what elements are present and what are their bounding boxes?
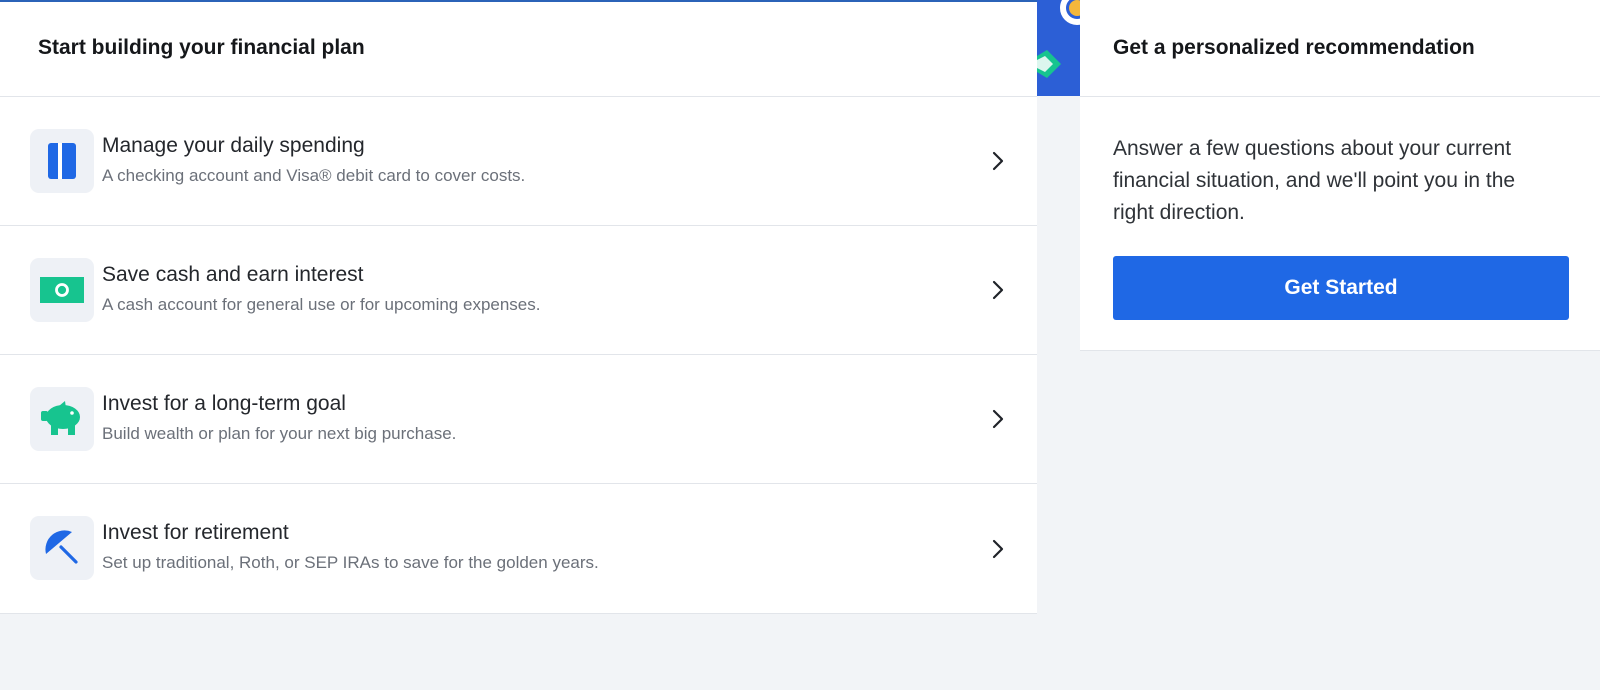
option-long-term-goal[interactable]: Invest for a long-term goal Build wealth… <box>0 355 1037 484</box>
get-started-button[interactable]: Get Started <box>1113 256 1569 320</box>
financial-plan-header: Start building your financial plan <box>0 2 1037 97</box>
financial-plan-panel: Start building your financial plan Manag… <box>0 2 1037 614</box>
recommendation-text: Answer a few questions about your curren… <box>1113 137 1516 224</box>
piggy-bank-icon <box>30 387 94 451</box>
option-description: A cash account for general use or for up… <box>102 295 541 314</box>
option-retirement[interactable]: Invest for retirement Set up traditional… <box>0 484 1037 613</box>
option-title: Invest for a long-term goal <box>102 392 346 415</box>
recommendation-body: Answer a few questions about your curren… <box>1080 97 1600 320</box>
chevron-right-icon[interactable] <box>984 405 1012 433</box>
option-title: Invest for retirement <box>102 521 289 544</box>
chevron-right-icon[interactable] <box>984 535 1012 563</box>
option-text: Invest for a long-term goal Build wealth… <box>102 391 456 444</box>
option-text: Save cash and earn interest A cash accou… <box>102 262 540 315</box>
option-text: Manage your daily spending A checking ac… <box>102 133 525 186</box>
option-description: A checking account and Visa® debit card … <box>102 166 526 185</box>
recommendation-header: Get a personalized recommendation <box>1080 0 1600 97</box>
cash-icon <box>30 258 94 322</box>
option-title: Save cash and earn interest <box>102 263 364 286</box>
recommendation-panel: Get a personalized recommendation Answer… <box>1080 0 1600 351</box>
option-description: Build wealth or plan for your next big p… <box>102 424 457 443</box>
option-daily-spending[interactable]: Manage your daily spending A checking ac… <box>0 97 1037 226</box>
umbrella-icon <box>30 516 94 580</box>
chevron-right-icon[interactable] <box>984 276 1012 304</box>
option-save-cash[interactable]: Save cash and earn interest A cash accou… <box>0 226 1037 355</box>
option-text: Invest for retirement Set up traditional… <box>102 520 599 573</box>
card-icon <box>30 129 94 193</box>
option-description: Set up traditional, Roth, or SEP IRAs to… <box>102 553 599 572</box>
recommendation-heading: Get a personalized recommendation <box>1113 36 1475 59</box>
option-title: Manage your daily spending <box>102 134 365 157</box>
chevron-right-icon[interactable] <box>984 147 1012 175</box>
page: Start building your financial plan Manag… <box>0 0 1600 690</box>
financial-plan-heading: Start building your financial plan <box>38 36 365 59</box>
decorative-banner <box>1037 0 1080 96</box>
